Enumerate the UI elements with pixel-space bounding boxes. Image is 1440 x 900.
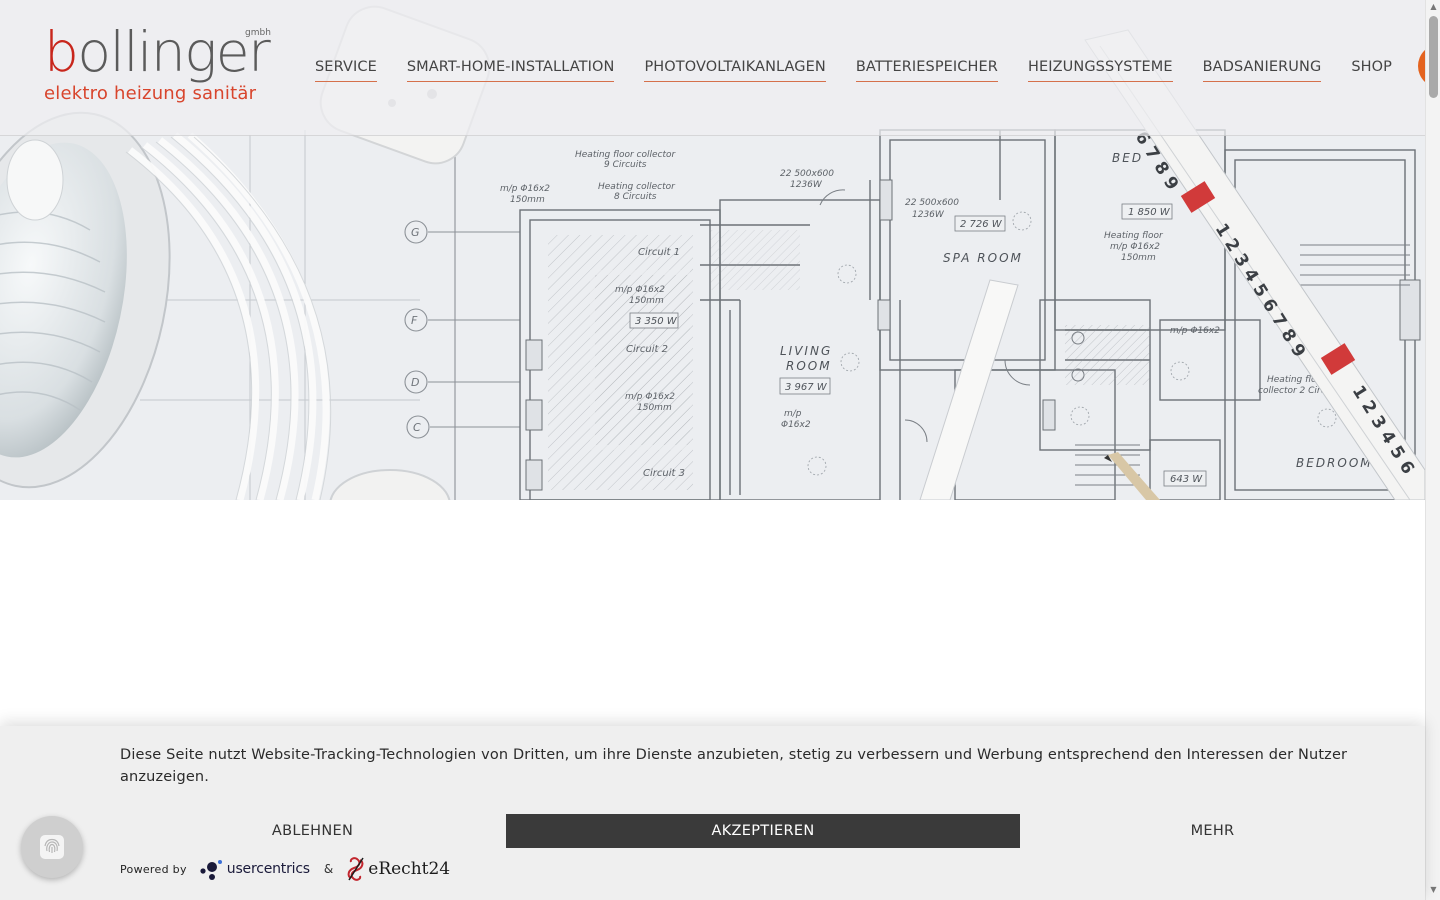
bp-heating-collector: Heating collector [598, 182, 676, 192]
logo-gmbh: gmbh [245, 28, 271, 38]
logo-wordmark: bollinger [44, 20, 271, 84]
nav-item-service[interactable]: SERVICE [315, 58, 377, 82]
axis-label-f: F [411, 314, 418, 327]
usercentrics-logo[interactable]: usercentrics [199, 857, 310, 881]
bp-dim-1b: 1236W [790, 180, 823, 190]
section-sign-icon [347, 857, 364, 881]
page-scrollbar[interactable]: ▲ ▼ [1425, 0, 1440, 900]
bp-bed-partial: BED [1112, 151, 1143, 165]
powered-by: Powered by usercentrics & eRecht24 [120, 854, 450, 884]
privacy-settings-button[interactable] [21, 816, 83, 878]
nav-item-badsanierung[interactable]: BADSANIERUNG [1202, 58, 1322, 82]
bp-8-circuits: 8 Circuits [614, 192, 657, 202]
logo-b: b [44, 20, 79, 84]
nav-item-smart-home[interactable]: SMART-HOME-INSTALLATION [406, 58, 615, 82]
usercentrics-name: usercentrics [226, 861, 310, 877]
bp-circuit-2: Circuit 2 [626, 344, 668, 355]
powered-by-label: Powered by [120, 862, 187, 876]
bp-circuit-1: Circuit 1 [638, 247, 680, 258]
bp-mp-3b: 150mm [637, 403, 672, 413]
bp-mp-3: m/p Φ16x2 [625, 392, 675, 402]
bp-circuit-3: Circuit 3 [643, 468, 685, 479]
axis-label-g: G [411, 226, 420, 239]
cookie-message: Diese Seite nutzt Website-Tracking-Techn… [120, 747, 1348, 785]
scroll-up-icon[interactable]: ▲ [1429, 2, 1438, 11]
nav-item-batteriespeicher[interactable]: BATTERIESPEICHER [855, 58, 998, 82]
logo-tagline: elektro heizung sanitär [44, 83, 257, 104]
bp-watts-5: 643 W [1170, 474, 1203, 485]
bp-mp-2: m/p Φ16x2 [615, 285, 665, 295]
scroll-down-icon[interactable]: ▼ [1429, 885, 1438, 894]
bp-mp-1: m/p Φ16x2 [500, 184, 550, 194]
bp-heating-floor-collector: Heating floor collector [575, 150, 676, 160]
decline-button[interactable]: ABLEHNEN [120, 814, 505, 848]
bp-dim-2: 22 500x600 [905, 198, 959, 208]
bp-living: LIVING [780, 344, 832, 358]
bp-heating-floor-a: Heating floor [1104, 231, 1164, 241]
accept-button[interactable]: AKZEPTIEREN [506, 814, 1020, 848]
cookie-banner: Diese Seite nutzt Website-Tracking-Techn… [0, 726, 1425, 900]
bp-mp-5: m/p Φ16x2 [1170, 326, 1220, 336]
ampersand: & [323, 862, 334, 876]
usercentrics-icon [200, 860, 222, 880]
bp-9-circuits: 9 Circuits [604, 160, 647, 170]
bp-heating-floor-c: 150mm [1121, 253, 1156, 263]
scrollbar-thumb[interactable] [1429, 16, 1438, 98]
logo-name: ollinger [77, 20, 270, 84]
bp-watts-4: 1 850 W [1128, 207, 1171, 218]
bp-watts-2: 3 967 W [785, 382, 828, 393]
bp-dim-1: 22 500x600 [780, 169, 834, 179]
axis-label-d: D [411, 376, 419, 389]
nav-item-photovoltaik[interactable]: PHOTOVOLTAIKANLAGEN [644, 58, 826, 82]
erecht24-name: eRecht24 [368, 859, 451, 879]
main-navigation: SERVICE SMART-HOME-INSTALLATION PHOTOVOL… [315, 58, 1392, 82]
nav-item-shop[interactable]: SHOP [1351, 58, 1392, 82]
bp-heating-floor-b: m/p Φ16x2 [1110, 242, 1160, 252]
bp-watts-3: 2 726 W [960, 219, 1003, 230]
more-button[interactable]: MEHR [1020, 814, 1405, 848]
bp-room: ROOM [786, 359, 832, 373]
bp-mp-1b: 150mm [510, 195, 545, 205]
bp-bedroom: BEDROOM [1296, 456, 1373, 470]
erecht24-logo[interactable]: eRecht24 [345, 856, 450, 882]
bp-mp-4: m/p [784, 409, 802, 419]
fingerprint-icon [40, 835, 64, 859]
bp-mp-4b: Φ16x2 [781, 420, 811, 430]
brand-logo[interactable]: bollinger gmbh elektro heizung sanitär [44, 22, 274, 108]
bp-spa-room: SPA ROOM [943, 251, 1023, 265]
bp-mp-2b: 150mm [629, 296, 664, 306]
bp-dim-2b: 1236W [912, 210, 945, 220]
nav-item-heizungssysteme[interactable]: HEIZUNGSSYSTEME [1027, 58, 1173, 82]
bp-watts-1: 3 350 W [635, 316, 678, 327]
axis-label-c: C [413, 421, 421, 434]
